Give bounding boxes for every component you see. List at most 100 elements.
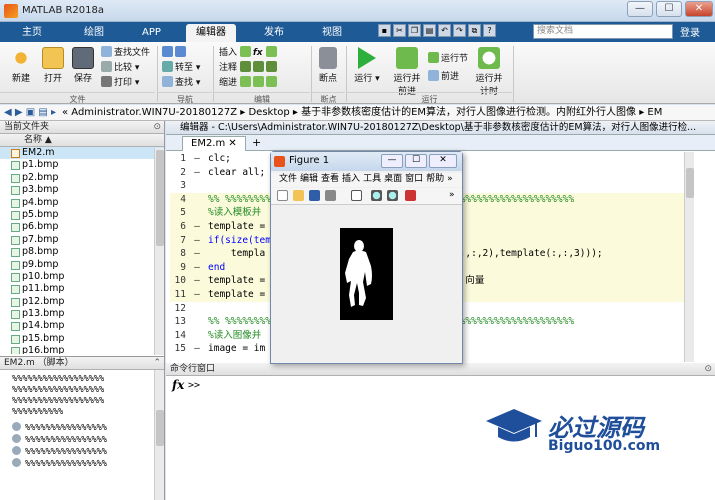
tab-view[interactable]: 视图: [312, 24, 352, 42]
run-section-button[interactable]: 运行节: [428, 52, 468, 65]
close-button[interactable]: ✕: [685, 1, 713, 17]
panel-menu-icon[interactable]: ⊙: [704, 363, 712, 375]
file-list-item[interactable]: p4.bmp: [0, 197, 164, 209]
figure-window[interactable]: Figure 1 — ☐ ✕ 文件 编辑 查看 插入 工具 桌面 窗口 帮助» »: [270, 151, 463, 364]
file-list-item[interactable]: p16.bmp: [0, 345, 164, 354]
goto-button[interactable]: 转至 ▾: [162, 61, 200, 74]
tab-plots[interactable]: 绘图: [74, 24, 114, 42]
address-path[interactable]: « Administrator.WIN7U-20180127Z ▸ Deskto…: [62, 107, 662, 118]
run-and-advance-button[interactable]: 运行并 前进: [388, 47, 426, 97]
zoom-out-icon[interactable]: [387, 190, 398, 201]
breakpoint-gutter[interactable]: —: [186, 220, 208, 234]
breakpoint-gutter[interactable]: —: [186, 342, 208, 356]
undo-quick-icon[interactable]: ↶: [438, 24, 451, 37]
search-documentation-input[interactable]: 搜索文档: [533, 24, 673, 39]
insert-button[interactable]: 插入 fx: [219, 46, 279, 59]
file-list-item[interactable]: p6.bmp: [0, 221, 164, 233]
name-column-header[interactable]: 名称 ▲: [0, 134, 164, 147]
tab-home[interactable]: 主页: [12, 24, 52, 42]
select-arrow-icon[interactable]: [351, 190, 362, 201]
file-list-item[interactable]: p3.bmp: [0, 184, 164, 196]
figure-maximize-button[interactable]: ☐: [405, 154, 427, 168]
help-quick-icon[interactable]: ?: [483, 24, 496, 37]
run-button[interactable]: 运行 ▾: [352, 47, 382, 97]
advance-button[interactable]: 前进: [428, 70, 459, 83]
breakpoint-gutter[interactable]: —: [186, 274, 208, 288]
file-list-item[interactable]: p7.bmp: [0, 234, 164, 246]
save-quick-icon[interactable]: ▪: [378, 24, 391, 37]
tab-close-icon[interactable]: ✕: [228, 138, 236, 149]
details-list-item[interactable]: %%%%%%%%%%%%%%%%: [12, 446, 150, 458]
figure-menu-item[interactable]: 窗口: [405, 174, 423, 184]
breakpoint-gutter[interactable]: —: [186, 288, 208, 302]
breakpoint-gutter[interactable]: —: [186, 152, 208, 166]
figure-menu-item[interactable]: 桌面: [384, 174, 402, 184]
indent-button[interactable]: 缩进: [219, 76, 279, 89]
tab-apps[interactable]: APP: [132, 24, 171, 42]
login-link[interactable]: 登录: [680, 24, 700, 39]
file-list-item[interactable]: p1.bmp: [0, 159, 164, 171]
file-list-item[interactable]: p10.bmp: [0, 271, 164, 283]
details-list-item[interactable]: %%%%%%%%%%%%%%%%: [12, 458, 150, 470]
fx-icon[interactable]: fx: [172, 378, 184, 392]
address-nav-icons[interactable]: ◀ ▶ ▣ ▤ ▸: [0, 105, 62, 120]
breakpoint-gutter[interactable]: —: [186, 261, 208, 275]
print-button[interactable]: 打印 ▾: [101, 76, 139, 89]
paste-quick-icon[interactable]: ▤: [423, 24, 436, 37]
file-list-item[interactable]: p14.bmp: [0, 320, 164, 332]
file-list-item[interactable]: p8.bmp: [0, 246, 164, 258]
editor-scrollbar[interactable]: [684, 152, 694, 362]
details-list-item[interactable]: %%%%%%%%%%%%%%%%: [12, 434, 150, 446]
scroll-thumb[interactable]: [156, 410, 164, 446]
save-button[interactable]: 保存: [68, 47, 98, 97]
scroll-thumb[interactable]: [686, 168, 694, 198]
command-prompt[interactable]: >>: [188, 380, 200, 391]
back-forward-buttons[interactable]: [162, 46, 188, 59]
copy-quick-icon[interactable]: ❐: [408, 24, 421, 37]
file-list-item[interactable]: p12.bmp: [0, 296, 164, 308]
breakpoint-gutter[interactable]: —: [186, 234, 208, 248]
breakpoint-gutter[interactable]: —: [186, 247, 208, 261]
new-button[interactable]: 新建: [6, 47, 36, 97]
figure-menu-item[interactable]: 文件: [279, 174, 297, 184]
figure-menu-more[interactable]: »: [447, 174, 453, 184]
zoom-in-icon[interactable]: [371, 190, 382, 201]
file-list-item[interactable]: EM2.m: [0, 147, 164, 160]
figure-menu-item[interactable]: 工具: [363, 174, 381, 184]
compare-button[interactable]: 比较 ▾: [101, 61, 139, 74]
breakpoints-button[interactable]: 断点: [315, 47, 341, 97]
new-figure-icon[interactable]: [277, 190, 288, 201]
figure-menu-item[interactable]: 插入: [342, 174, 360, 184]
toolbar-more-icon[interactable]: »: [449, 190, 457, 201]
panel-menu-icon[interactable]: ⊙: [153, 121, 161, 133]
file-list-item[interactable]: p11.bmp: [0, 283, 164, 295]
details-toggle-icon[interactable]: ⌃: [153, 357, 161, 369]
open-button[interactable]: 打开: [38, 47, 68, 97]
run-and-time-button[interactable]: 运行并 计时: [472, 47, 506, 97]
print-figure-icon[interactable]: [325, 190, 336, 201]
figure-menu-item[interactable]: 查看: [321, 174, 339, 184]
cut-quick-icon[interactable]: ✂: [393, 24, 406, 37]
file-list-scrollbar[interactable]: [154, 148, 164, 355]
file-list-item[interactable]: p2.bmp: [0, 172, 164, 184]
figure-menu-item[interactable]: 帮助: [426, 174, 444, 184]
brush-icon[interactable]: [405, 190, 416, 201]
comment-button[interactable]: 注释: [219, 61, 279, 74]
save-figure-icon[interactable]: [309, 190, 320, 201]
file-list-item[interactable]: p15.bmp: [0, 333, 164, 345]
new-tab-button[interactable]: +: [252, 136, 261, 149]
figure-minimize-button[interactable]: —: [381, 154, 403, 168]
figure-menu-item[interactable]: 编辑: [300, 174, 318, 184]
redo-quick-icon[interactable]: ↷: [453, 24, 466, 37]
figure-close-button[interactable]: ✕: [429, 154, 457, 168]
breakpoint-gutter[interactable]: —: [186, 166, 208, 180]
maximize-button[interactable]: ☐: [656, 1, 682, 17]
tab-editor[interactable]: 编辑器: [186, 24, 236, 42]
tab-em2[interactable]: EM2.m ✕: [182, 136, 246, 151]
find-files-button[interactable]: 查找文件: [101, 46, 150, 59]
minimize-button[interactable]: —: [627, 1, 653, 17]
open-file-icon[interactable]: [293, 190, 304, 201]
file-list-item[interactable]: p13.bmp: [0, 308, 164, 320]
file-list-item[interactable]: p9.bmp: [0, 259, 164, 271]
details-scrollbar[interactable]: [154, 370, 164, 500]
